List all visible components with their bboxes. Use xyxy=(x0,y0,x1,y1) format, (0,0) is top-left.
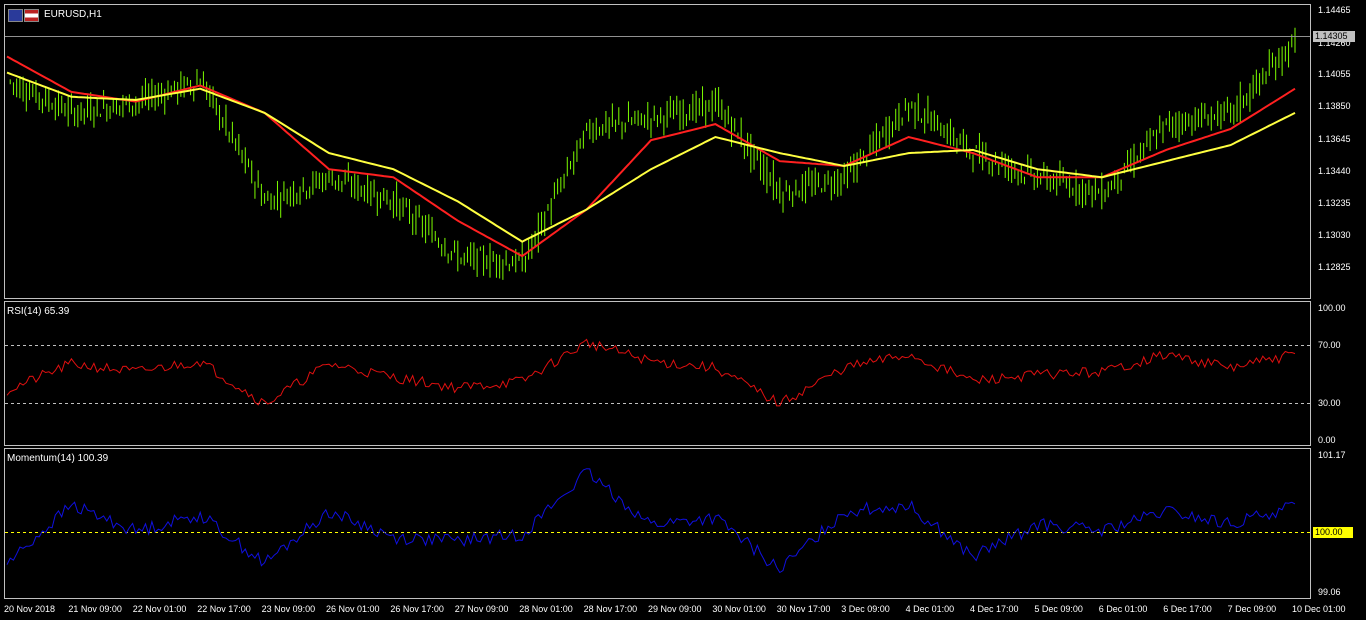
price-tick: 1.13440 xyxy=(1318,166,1351,176)
rsi-panel-frame xyxy=(4,301,1311,446)
rsi-tick: 100.00 xyxy=(1318,303,1346,313)
time-axis-label: 26 Nov 01:00 xyxy=(326,604,380,614)
momentum-label: Momentum(14) 100.39 xyxy=(7,453,109,464)
time-axis-label: 4 Dec 01:00 xyxy=(905,604,955,614)
momentum-panel-frame xyxy=(4,448,1311,599)
momentum-level-tag: 100.00 xyxy=(1313,527,1353,538)
time-axis-label: 20 Nov 2018 xyxy=(4,604,56,614)
ma-slow-line xyxy=(6,71,1296,243)
time-axis-label: 21 Nov 09:00 xyxy=(68,604,122,614)
rsi-line xyxy=(6,338,1296,407)
ma-fast-line xyxy=(6,55,1296,258)
time-axis-label: 22 Nov 17:00 xyxy=(197,604,251,614)
rsi-tick: 30.00 xyxy=(1318,398,1341,408)
price-tick: 1.13030 xyxy=(1318,230,1351,240)
time-axis-label: 3 Dec 09:00 xyxy=(841,604,890,614)
momentum-path xyxy=(6,468,1296,574)
time-axis-label: 5 Dec 09:00 xyxy=(1034,604,1083,614)
time-axis-label: 4 Dec 17:00 xyxy=(970,604,1019,614)
time-axis-label: 10 Dec 01:00 xyxy=(1292,604,1346,614)
rsi-tick: 70.00 xyxy=(1318,340,1341,350)
symbol-title: EURUSD,H1 xyxy=(44,9,102,20)
time-axis-label: 30 Nov 17:00 xyxy=(776,604,831,614)
time-axis-label: 26 Nov 17:00 xyxy=(390,604,444,614)
price-tick: 1.13645 xyxy=(1318,134,1351,144)
time-axis-label: 7 Dec 09:00 xyxy=(1227,604,1277,614)
time-axis-label: 28 Nov 01:00 xyxy=(519,604,573,614)
rsi-label: RSI(14) 65.39 xyxy=(7,306,70,317)
price-panel-frame xyxy=(4,4,1311,299)
time-axis-label: 27 Nov 09:00 xyxy=(454,604,509,614)
price-tick: 1.12825 xyxy=(1318,262,1351,272)
price-tick: 1.14055 xyxy=(1318,69,1351,79)
current-price-tag: 1.14305 xyxy=(1313,31,1355,42)
time-axis-label: 6 Dec 01:00 xyxy=(1098,604,1148,614)
rsi-path xyxy=(6,338,1296,407)
time-axis-label: 28 Nov 17:00 xyxy=(583,604,638,614)
momentum-tick: 101.17 xyxy=(1318,450,1346,460)
time-axis-label: 22 Nov 01:00 xyxy=(132,604,187,614)
us-flag-icon xyxy=(24,9,39,22)
time-axis-label: 23 Nov 09:00 xyxy=(261,604,316,614)
momentum-tick: 99.06 xyxy=(1318,587,1341,597)
ma-fast-path xyxy=(6,55,1296,258)
time-axis-label: 30 Nov 01:00 xyxy=(712,604,766,614)
price-candles xyxy=(9,27,1296,280)
time-axis-label: 29 Nov 09:00 xyxy=(648,604,702,614)
ma-slow-path xyxy=(6,71,1296,243)
rsi-tick: 0.00 xyxy=(1318,435,1336,445)
momentum-line xyxy=(6,468,1296,574)
price-tick: 1.14465 xyxy=(1318,5,1351,15)
chart-canvas[interactable] xyxy=(0,0,1366,620)
price-tick: 1.13235 xyxy=(1318,198,1351,208)
price-tick: 1.13850 xyxy=(1318,101,1351,111)
eu-flag-icon xyxy=(8,9,23,22)
time-axis-label: 6 Dec 17:00 xyxy=(1163,604,1212,614)
